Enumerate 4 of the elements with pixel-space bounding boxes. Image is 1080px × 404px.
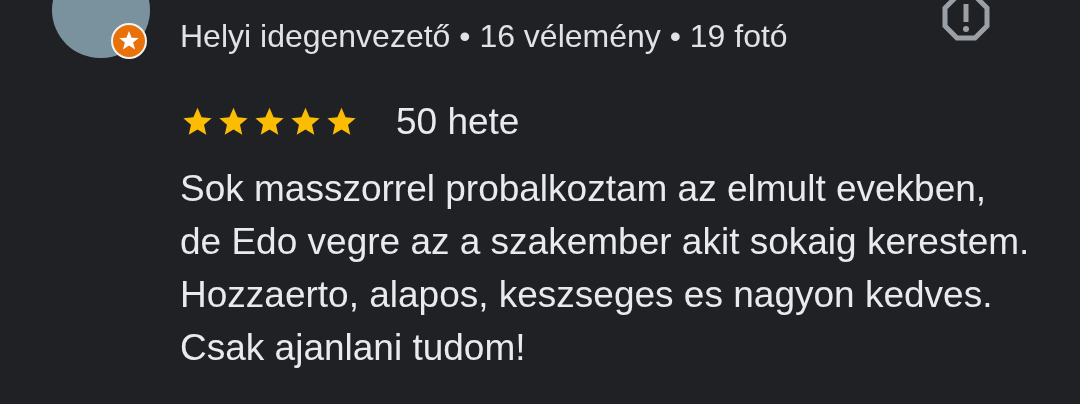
reviewer-subtitle: Helyi idegenvezető • 16 vélemény • 19 fotó (180, 17, 788, 56)
review-time: 50 hete (396, 100, 520, 145)
report-icon[interactable] (941, 0, 991, 42)
review-text: Sok masszorrel probalkoztam az elmult evekben, de Edo vegre az a szakember akit sokaig kerestem. Hozzaerto, alapos, keszseges es nagyon kedves. Csak ajanlani tudom! (180, 167, 1030, 370)
